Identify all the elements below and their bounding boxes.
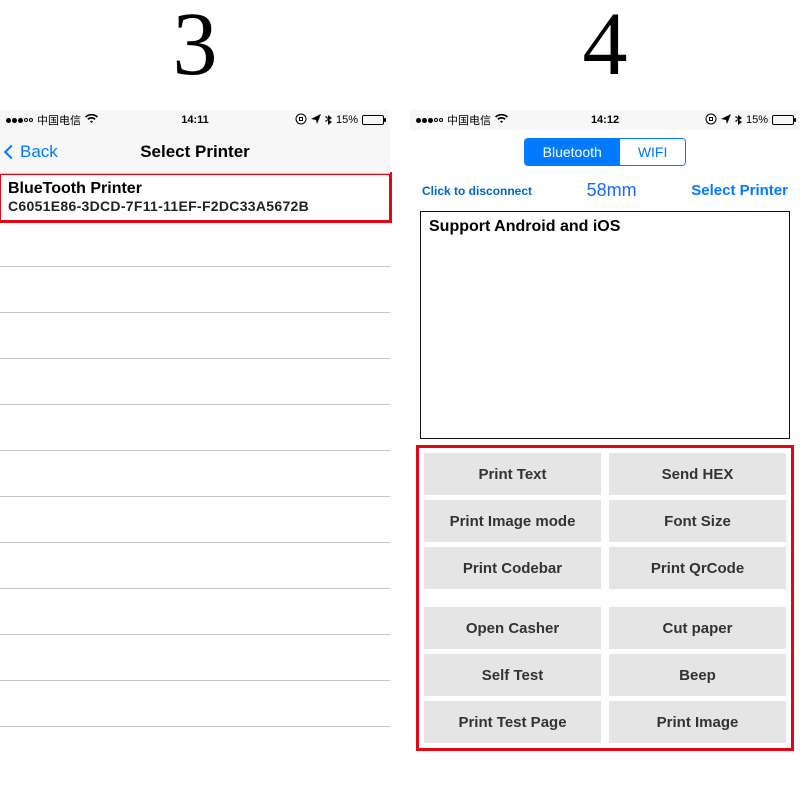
print-text-button[interactable]: Print Text (424, 453, 601, 495)
battery-pct: 15% (746, 114, 768, 126)
nav-bar: Back Select Printer (0, 130, 390, 174)
bluetooth-icon (325, 113, 332, 128)
print-image-button[interactable]: Print Image (609, 701, 786, 743)
list-item (0, 451, 390, 497)
screenshot-3: 3 中国电信 14:11 15% (0, 0, 390, 800)
list-item (0, 543, 390, 589)
paper-size-button[interactable]: 58mm (587, 180, 637, 201)
beep-button[interactable]: Beep (609, 654, 786, 696)
print-codebar-button[interactable]: Print Codebar (424, 547, 601, 589)
printer-uuid: C6051E86-3DCD-7F11-11EF-F2DC33A5672B (8, 198, 382, 214)
list-item (0, 405, 390, 451)
text-input[interactable]: Support Android and iOS (420, 211, 790, 439)
list-item (0, 681, 390, 727)
status-time: 14:12 (591, 114, 619, 126)
figure-number: 4 (410, 0, 800, 110)
font-size-button[interactable]: Font Size (609, 500, 786, 542)
list-item (0, 635, 390, 681)
bluetooth-icon (735, 113, 742, 128)
chevron-left-icon (4, 144, 18, 158)
carrier-label: 中国电信 (37, 112, 81, 128)
print-test-page-button[interactable]: Print Test Page (424, 701, 601, 743)
seg-wifi[interactable]: WIFI (620, 139, 686, 165)
battery-icon (362, 115, 384, 125)
disconnect-link[interactable]: Click to disconnect (422, 184, 532, 198)
location-icon (721, 114, 731, 127)
signal-dots-icon (6, 118, 33, 123)
battery-pct: 15% (336, 114, 358, 126)
carrier-label: 中国电信 (447, 112, 491, 128)
screenshot-4: 4 中国电信 14:12 15% (410, 0, 800, 800)
self-test-button[interactable]: Self Test (424, 654, 601, 696)
printer-name: BlueTooth Printer (8, 180, 382, 198)
back-label: Back (20, 142, 58, 162)
sub-toolbar: Click to disconnect 58mm Select Printer (410, 174, 800, 211)
list-item (0, 313, 390, 359)
printer-row[interactable]: BlueTooth Printer C6051E86-3DCD-7F11-11E… (0, 174, 390, 221)
action-button-grid: Print Text Send HEX Print Image mode Fon… (418, 447, 792, 749)
select-printer-link[interactable]: Select Printer (691, 182, 788, 199)
battery-icon (772, 115, 794, 125)
connection-segmented-control: Bluetooth WIFI (524, 138, 687, 166)
status-time: 14:11 (181, 114, 209, 126)
list-item (0, 589, 390, 635)
wifi-icon (85, 114, 98, 127)
figure-number: 3 (0, 0, 390, 110)
send-hex-button[interactable]: Send HEX (609, 453, 786, 495)
nav-title: Select Printer (0, 142, 390, 162)
orientation-lock-icon (295, 113, 307, 128)
list-item (0, 497, 390, 543)
print-image-mode-button[interactable]: Print Image mode (424, 500, 601, 542)
cut-paper-button[interactable]: Cut paper (609, 607, 786, 649)
print-qrcode-button[interactable]: Print QrCode (609, 547, 786, 589)
wifi-icon (495, 114, 508, 127)
connection-toolbar: Bluetooth WIFI (410, 130, 800, 174)
list-item (0, 221, 390, 267)
orientation-lock-icon (705, 113, 717, 128)
status-bar: 中国电信 14:12 15% (410, 110, 800, 130)
location-icon (311, 114, 321, 127)
status-bar: 中国电信 14:11 15% (0, 110, 390, 130)
printer-list: BlueTooth Printer C6051E86-3DCD-7F11-11E… (0, 174, 390, 800)
back-button[interactable]: Back (0, 142, 58, 162)
grid-spacer (424, 594, 786, 602)
list-item (0, 359, 390, 405)
signal-dots-icon (416, 118, 443, 123)
list-item (0, 267, 390, 313)
seg-bluetooth[interactable]: Bluetooth (525, 139, 620, 165)
open-casher-button[interactable]: Open Casher (424, 607, 601, 649)
